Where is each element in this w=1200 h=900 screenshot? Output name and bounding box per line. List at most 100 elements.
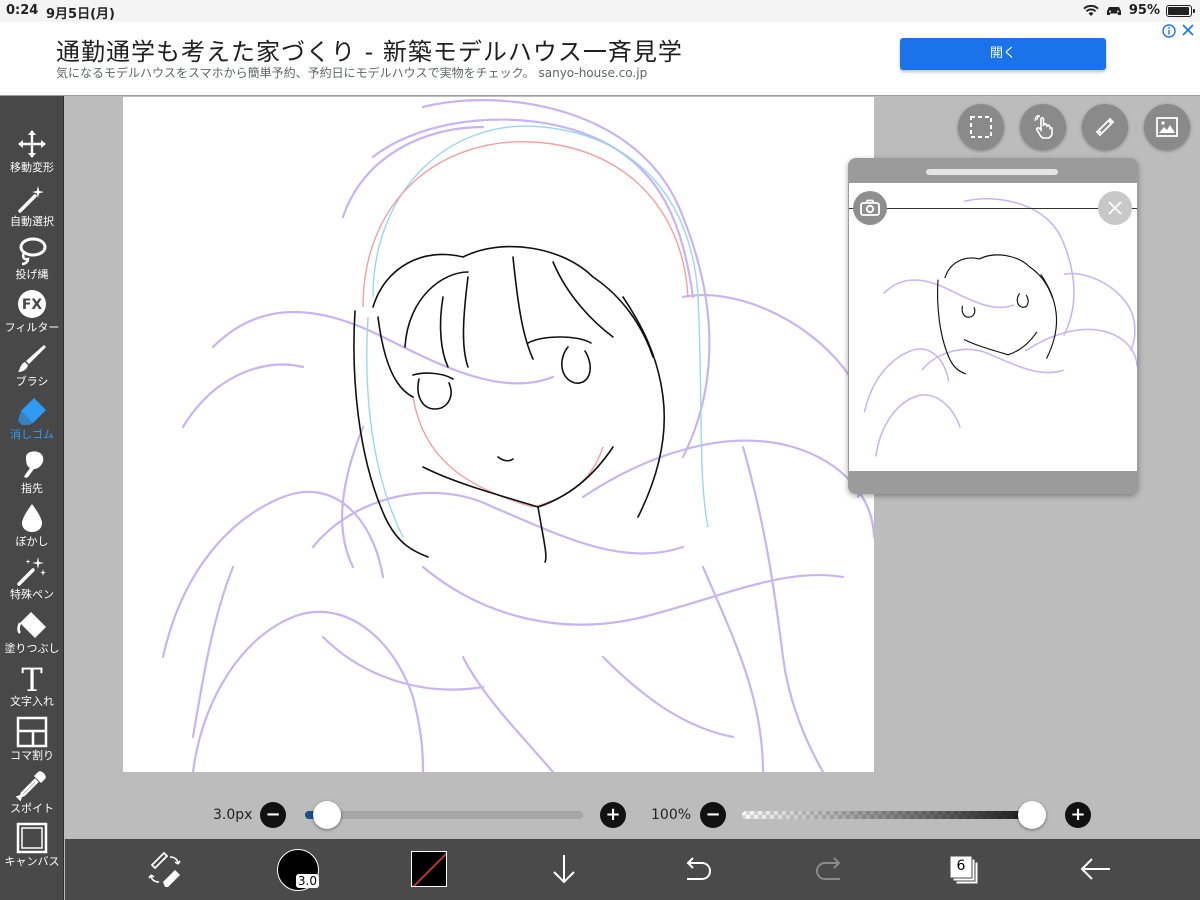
tool-sidebar: 移動変形 自動選択 投げ縄 FX フィルター ブラシ 消しゴム 指先 ぼかし 特…: [0, 96, 64, 900]
undo-icon: [686, 857, 712, 880]
brush-settings-row: 3.0px − + 100% − +: [65, 798, 1200, 832]
brush-size-plus-button[interactable]: +: [600, 802, 626, 828]
status-bar: 0:24 9月5日(月) 95%: [0, 0, 1200, 22]
fx-filter-icon: FX: [18, 290, 46, 318]
wifi-icon: [1083, 4, 1099, 16]
eyedropper-icon: [16, 771, 46, 801]
tool-swap-button[interactable]: [145, 849, 185, 889]
tool-label: ぼかし: [15, 535, 49, 548]
ad-banner[interactable]: 通勤通学も考えた家づくり - 新築モデルハウス一斉見学 気になるモデルハウスをス…: [0, 22, 1200, 96]
brush-size-badge: 3.0: [295, 874, 319, 888]
close-icon[interactable]: [1182, 24, 1194, 36]
tool-fill[interactable]: 塗りつぶし: [0, 607, 64, 659]
panel-divide-icon: [16, 716, 48, 748]
brush-size-slider[interactable]: [305, 811, 583, 819]
brush-size-value: 3.0px: [213, 807, 253, 823]
opacity-minus-button[interactable]: −: [700, 802, 726, 828]
image-import-icon: [1156, 117, 1178, 137]
color-swatch-button[interactable]: [411, 851, 447, 887]
bottom-toolbar: 3.0 6: [65, 839, 1200, 900]
brush-preview-button[interactable]: 3.0: [277, 849, 319, 891]
tool-swap-icon: [148, 851, 181, 887]
lasso-icon: [19, 237, 47, 266]
ad-subtitle[interactable]: 気になるモデルハウスをスマホから簡単予約、予約日にモデルハウスで実物をチェック。…: [56, 64, 647, 81]
tool-brush[interactable]: ブラシ: [0, 340, 64, 392]
navigator-divider: [849, 208, 1137, 209]
tool-label: 文字入れ: [10, 695, 54, 708]
opacity-plus-button[interactable]: +: [1065, 802, 1091, 828]
download-button[interactable]: [544, 849, 584, 889]
navigator-drag-handle[interactable]: [926, 169, 1058, 175]
battery-icon: [1166, 4, 1195, 17]
tool-lasso[interactable]: 投げ縄: [0, 233, 64, 285]
back-button[interactable]: [1076, 849, 1116, 889]
navigator-preview[interactable]: [849, 183, 1137, 471]
tool-label: 塗りつぶし: [4, 642, 60, 655]
layer-count: 6: [956, 858, 966, 874]
tool-label: フィルター: [4, 321, 60, 334]
opacity-value: 100%: [651, 807, 692, 823]
tool-panel-divide[interactable]: コマ割り: [0, 714, 64, 766]
tool-canvas[interactable]: キャンバス: [0, 820, 64, 872]
download-icon: [553, 855, 575, 884]
tool-label: 自動選択: [10, 215, 54, 228]
magic-wand-icon: [18, 186, 44, 213]
navigator-camera-button[interactable]: [853, 191, 887, 225]
move-arrows-icon: [18, 130, 46, 158]
redo-button[interactable]: [810, 849, 850, 889]
tool-eyedropper[interactable]: スポイト: [0, 767, 64, 819]
tool-move-transform[interactable]: 移動変形: [0, 126, 64, 178]
touch-gesture-button[interactable]: [1020, 104, 1066, 150]
navigator-panel[interactable]: [848, 158, 1138, 494]
tool-label: スポイト: [10, 802, 54, 815]
tool-auto-select[interactable]: 自動選択: [0, 180, 64, 232]
ad-title[interactable]: 通勤通学も考えた家づくり - 新築モデルハウス一斉見学: [56, 32, 683, 67]
tool-filter[interactable]: FX フィルター: [0, 286, 64, 338]
selection-icon: [970, 116, 992, 138]
tool-smudge[interactable]: 指先: [0, 447, 64, 499]
navigator-close-button[interactable]: [1098, 191, 1132, 225]
canvas-area[interactable]: [65, 97, 1200, 839]
opacity-knob[interactable]: [1018, 801, 1046, 829]
redo-icon: [815, 857, 841, 880]
tool-label: キャンバス: [4, 855, 60, 868]
tool-label: ブラシ: [15, 375, 49, 388]
car-icon: [1106, 6, 1121, 15]
back-arrow-icon: [1080, 858, 1110, 880]
undo-button[interactable]: [677, 849, 717, 889]
blur-drop-icon: [22, 504, 42, 532]
tool-label: 投げ縄: [15, 268, 49, 281]
tool-text[interactable]: T 文字入れ: [0, 660, 64, 712]
color-swatch-icon: [412, 852, 446, 886]
ad-choices[interactable]: [1162, 24, 1194, 38]
artwork-sketch: [161, 99, 874, 772]
eraser-icon: [18, 398, 46, 425]
tool-label: 指先: [21, 482, 43, 495]
tool-blur[interactable]: ぼかし: [0, 500, 64, 552]
status-time: 0:24: [6, 3, 39, 18]
tool-label: コマ割り: [10, 749, 54, 762]
text-icon: T: [21, 662, 43, 694]
layers-button[interactable]: 6: [943, 849, 983, 889]
info-icon[interactable]: [1162, 24, 1176, 38]
ad-open-button[interactable]: 開く: [900, 38, 1106, 70]
image-import-button[interactable]: [1144, 104, 1190, 150]
brush-size-minus-button[interactable]: −: [260, 802, 286, 828]
tool-special-pen[interactable]: 特殊ペン: [0, 553, 64, 605]
battery-percent: 95%: [1128, 3, 1160, 18]
ruler-button[interactable]: [1082, 104, 1128, 150]
opacity-slider[interactable]: [742, 811, 1042, 819]
brush-size-knob[interactable]: [313, 801, 342, 829]
tool-label: 消しゴム: [10, 428, 54, 441]
svg-text:T: T: [21, 662, 43, 694]
selection-button[interactable]: [958, 104, 1004, 150]
brush-icon: [18, 345, 46, 372]
fill-bucket-icon: [17, 612, 46, 638]
navigator-thumbnail: [863, 198, 1137, 457]
ruler-icon: [1095, 117, 1115, 137]
close-icon: [1108, 201, 1122, 215]
tool-eraser[interactable]: 消しゴム: [0, 393, 64, 445]
camera-icon: [860, 199, 880, 216]
drawing-canvas[interactable]: [123, 97, 874, 772]
svg-text:FX: FX: [22, 297, 43, 313]
